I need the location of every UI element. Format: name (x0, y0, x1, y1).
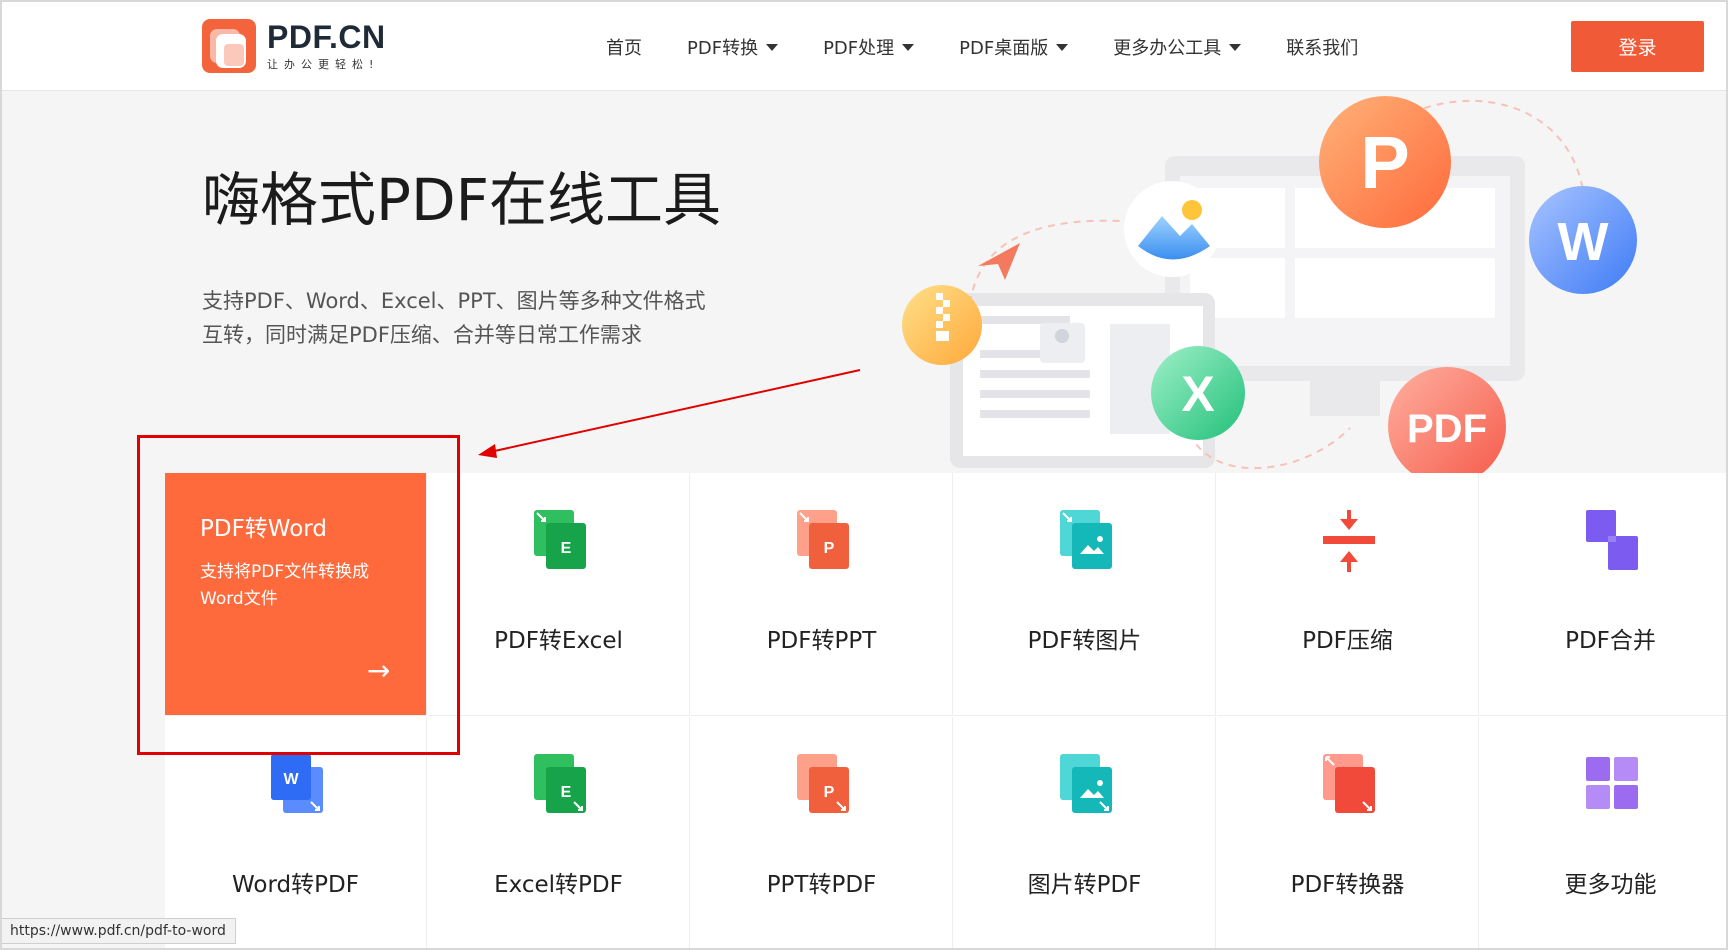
main-nav: 首页 PDF转换 PDF处理 PDF桌面版 更多办公工具 联系我们 (606, 34, 1403, 60)
nav-label: PDF转换 (687, 38, 759, 59)
tool-label: Excel转PDF (494, 872, 623, 898)
badge-letter: W (1558, 212, 1609, 272)
tool-card-image-to-pdf[interactable]: 图片转PDF (954, 717, 1216, 950)
nav-pdf-convert[interactable]: PDF转换 (687, 34, 779, 60)
tool-label: PDF压缩 (1302, 628, 1393, 654)
nav-label: PDF桌面版 (959, 38, 1049, 59)
ppt-icon: P (795, 754, 851, 816)
hero-description: 支持PDF、Word、Excel、PPT、图片等多种文件格式 互转，同时满足PD… (202, 284, 762, 352)
badge-letter: PDF (1407, 407, 1487, 451)
hero-description-line: 支持PDF、Word、Excel、PPT、图片等多种文件格式 (202, 289, 706, 313)
tool-label: 更多功能 (1564, 872, 1657, 898)
caret-down-icon (766, 43, 779, 51)
login-button[interactable]: 登录 (1571, 21, 1704, 72)
excel-icon: E (532, 510, 588, 572)
svg-text:E: E (561, 784, 572, 801)
nav-home[interactable]: 首页 (606, 34, 642, 60)
compress-icon (1321, 510, 1377, 572)
tool-card-pdf-merge[interactable]: PDF合并 (1480, 473, 1728, 716)
converter-icon (1321, 754, 1377, 816)
nav-label: 联系我们 (1286, 38, 1359, 59)
tool-label: PDF转PPT (766, 628, 877, 654)
image-icon (1058, 510, 1114, 572)
tool-label: PDF合并 (1565, 628, 1656, 654)
tool-card-more-features[interactable]: 更多功能 (1480, 717, 1728, 950)
nav-contact[interactable]: 联系我们 (1286, 34, 1358, 60)
tool-label: PPT转PDF (766, 872, 877, 898)
status-bar-url: https://www.pdf.cn/pdf-to-word (0, 918, 236, 944)
nav-more-tools[interactable]: 更多办公工具 (1113, 34, 1242, 60)
tool-label: 图片转PDF (1027, 872, 1142, 898)
tool-label: PDF转图片 (1027, 628, 1142, 654)
excel-icon: E (532, 754, 588, 816)
merge-icon (1584, 510, 1640, 572)
caret-down-icon (1229, 43, 1242, 51)
badge-letter: X (1181, 366, 1214, 422)
tool-card-pdf-to-ppt[interactable]: P PDF转PPT (691, 473, 953, 716)
tool-label: PDF转Excel (494, 628, 623, 654)
nav-label: 更多办公工具 (1113, 38, 1222, 59)
tool-card-pdf-to-image[interactable]: PDF转图片 (954, 473, 1216, 716)
logo-subtitle: 让办公更轻松! (267, 57, 380, 71)
badge-letter: P (1360, 121, 1409, 204)
caret-down-icon (1056, 43, 1069, 51)
more-icon (1584, 754, 1640, 816)
tool-label: PDF转换器 (1290, 872, 1405, 898)
nav-label: PDF处理 (823, 38, 895, 59)
caret-down-icon (902, 43, 915, 51)
tool-label: Word转PDF (232, 872, 359, 898)
hero-title: 嗨格式PDF在线工具 (202, 166, 721, 234)
tool-card-pdf-converter[interactable]: PDF转换器 (1217, 717, 1479, 950)
nav-pdf-process[interactable]: PDF处理 (823, 34, 915, 60)
hero-illustration: P W X PDF (880, 88, 1660, 485)
ppt-icon: P (795, 510, 851, 572)
tool-card-excel-to-pdf[interactable]: E Excel转PDF (428, 717, 690, 950)
site-header: PDF.CN 让办公更轻松! 首页 PDF转换 PDF处理 PDF桌面版 更多办… (0, 0, 1728, 91)
svg-text:W: W (283, 771, 299, 788)
nav-pdf-desktop[interactable]: PDF桌面版 (959, 34, 1069, 60)
nav-label: 首页 (606, 38, 642, 59)
word-icon: W (269, 754, 325, 816)
svg-text:P: P (824, 540, 835, 557)
logo-title: PDF.CN (267, 18, 386, 55)
site-logo[interactable]: PDF.CN 让办公更轻松! (202, 19, 386, 73)
svg-text:E: E (561, 540, 572, 557)
hero-description-line: 互转，同时满足PDF压缩、合并等日常工作需求 (202, 323, 642, 347)
image-icon (1058, 754, 1114, 816)
tool-card-ppt-to-pdf[interactable]: P PPT转PDF (691, 717, 953, 950)
pdfcn-logo-icon (202, 19, 256, 73)
tool-card-pdf-compress[interactable]: PDF压缩 (1217, 473, 1479, 716)
svg-text:P: P (824, 784, 835, 801)
annotation-highlight-box (137, 435, 460, 755)
tool-card-pdf-to-excel[interactable]: E PDF转Excel (428, 473, 690, 716)
